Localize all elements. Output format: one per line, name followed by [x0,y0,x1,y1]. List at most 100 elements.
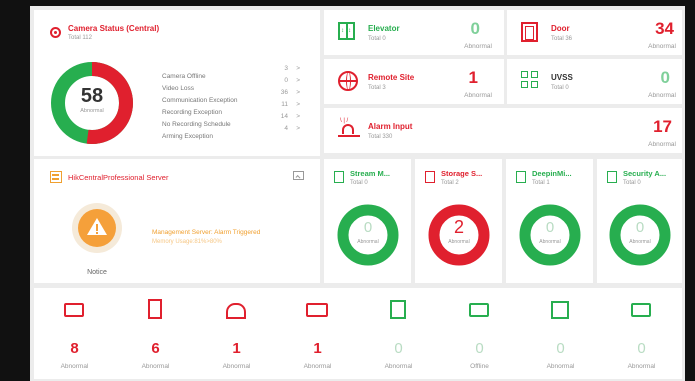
device-count: 0 [556,340,565,357]
mini-abnormal-label: Abnormal [357,239,379,245]
mini-total: Total 0 [623,180,641,186]
uvss-title: UVSS [551,73,573,82]
door-station-icon [148,299,162,319]
chevron-right-icon: > [296,113,300,120]
device-count: 6 [151,340,160,357]
uvss-icon [521,71,539,89]
stream-server-icon [334,171,344,183]
device-count: 1 [232,340,241,357]
door-title: Door [551,24,570,33]
remote-site-count: 1 [468,68,478,87]
device-count: 1 [313,340,322,357]
elevator-abnormal-label: Abnormal [464,43,492,50]
uvss-abnormal-label: Abnormal [648,92,676,99]
deepinmind-icon [516,171,526,183]
device-label: Abnormal [384,363,413,370]
row-value: 11 [281,101,288,108]
remote-site-title: Remote Site [368,73,415,82]
device-item-alarm-panel[interactable]: 1 Abnormal [196,288,277,379]
mini-abnormal-label: Abnormal [539,239,561,245]
elevator-card[interactable]: ↕ ↕ Elevator Total 0 0 Abnormal [324,10,504,55]
camera-status-list: Camera Offline 3 > Video Loss 0 > Commun… [162,65,302,140]
row-value: 3 [284,65,288,72]
server-title[interactable]: HikCentralProfessional Server [68,173,168,182]
list-item[interactable]: Communication Exception 36 > [162,89,302,104]
mini-count: 0 [635,219,645,236]
device-item-encoder[interactable]: 8 Abnormal [34,288,115,379]
chevron-right-icon: > [296,101,300,108]
list-item[interactable]: Video Loss 0 > [162,77,302,92]
deepinmind-card[interactable]: DeepinMi... Total 1 0 Abnormal [506,159,593,283]
notice-label: Notice [87,269,107,276]
device-item-encoder-ok[interactable]: 0 Offline [439,288,520,379]
encoder-red-icon [64,303,84,317]
mini-count: 0 [363,219,373,236]
mini-title: DeepinMi... [532,169,572,178]
security-audit-card[interactable]: Security A... Total 0 0 Abnormal [597,159,682,283]
list-item[interactable]: No Recording Schedule 14 > [162,113,302,128]
alarm-input-title: Alarm Input [368,122,413,131]
mini-title: Stream M... [350,169,391,178]
device-count: 0 [394,340,403,357]
mini-total: Total 2 [441,180,459,186]
stream-media-card[interactable]: Stream M... Total 0 0 Abnormal [324,159,411,283]
indoor-station-icon [551,301,569,319]
device-label: Offline [470,363,489,370]
storage-server-icon [425,171,435,183]
alarm-input-card[interactable]: \ | / Alarm Input Total 330 17 Abnormal [324,108,682,153]
chevron-right-icon: > [296,125,300,132]
door-card[interactable]: Door Total 36 34 Abnormal [507,10,682,55]
alarm-input-count: 17 [653,117,672,136]
elevator-title: Elevator [368,24,400,33]
device-label: Abnormal [141,363,170,370]
globe-icon [338,71,358,91]
image-icon[interactable] [293,171,304,180]
camera-abnormal-label: Abnormal [80,108,104,114]
door-total: Total 36 [551,36,573,42]
alarm-input-abnormal-label: Abnormal [648,141,676,148]
server-icon [50,171,62,183]
uvss-count: 0 [660,68,670,87]
security-icon [607,171,617,183]
device-item-door-station[interactable]: 6 Abnormal [115,288,196,379]
device-item-indoor-station[interactable]: 0 Abnormal [520,288,601,379]
list-item[interactable]: Arming Exception 4 > [162,125,302,140]
device-item-network-device[interactable]: 0 Abnormal [601,288,682,379]
list-item[interactable]: Recording Exception 11 > [162,101,302,116]
device-label: Abnormal [627,363,656,370]
device-item-decoder[interactable]: 1 Abnormal [277,288,358,379]
remote-site-total: Total 3 [368,85,386,91]
elevator-total: Total 0 [368,36,386,42]
device-summary-bar: 8 Abnormal 6 Abnormal 1 Abnormal 1 Abnor… [34,288,682,379]
mini-count: 0 [545,219,555,236]
server-memory-usage: Memory Usage:81%>80% [152,239,222,245]
row-value: 4 [284,125,288,132]
dashboard-frame: Camera Status (Central) Total 1 1 2 58 Abn… [30,6,685,381]
row-value: 0 [284,77,288,84]
device-item-elevator-controller[interactable]: 0 Abnormal [358,288,439,379]
device-label: Abnormal [546,363,575,370]
decoder-icon [306,303,328,317]
camera-status-title[interactable]: Camera Status (Central) [68,24,159,33]
mini-count: 2 [453,217,464,237]
device-label: Abnormal [303,363,332,370]
alarm-input-icon: \ | / [338,118,360,142]
list-item[interactable]: Camera Offline 3 > [162,65,302,80]
mini-total: Total 0 [350,180,368,186]
encoder-green-icon [469,303,489,317]
device-label: Abnormal [60,363,89,370]
row-label-arming-exception: Arming Exception [162,133,213,140]
door-count: 34 [655,19,674,38]
mini-total: Total 1 [532,180,550,186]
device-label: Abnormal [222,363,251,370]
camera-abnormal-count: 58 [80,85,104,107]
camera-status-card[interactable]: Camera Status (Central) Total 112 58 Abn… [34,10,320,156]
chevron-right-icon: > [296,77,300,84]
uvss-card[interactable]: UVSS Total 0 0 Abnormal [507,59,682,104]
door-abnormal-label: Abnormal [648,43,676,50]
server-card[interactable]: HikCentralProfessional Server Notice Man… [34,159,320,283]
storage-server-card[interactable]: Storage S... Total 2 2 Abnormal [415,159,502,283]
chevron-right-icon: > [296,65,300,72]
remote-site-card[interactable]: Remote Site Total 3 1 Abnormal [324,59,504,104]
elevator-icon: ↕ ↕ [338,22,355,40]
